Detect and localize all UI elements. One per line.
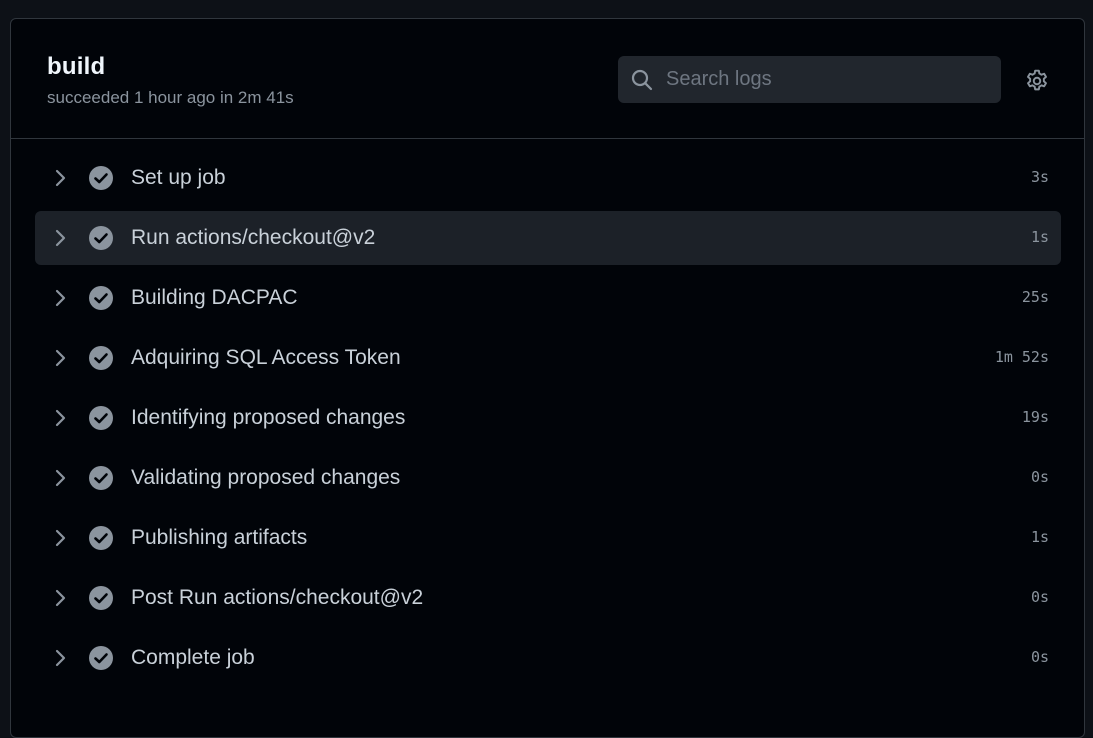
step-duration: 1m 52s — [994, 348, 1049, 366]
step-label: Adquiring SQL Access Token — [131, 346, 401, 369]
chevron-right-icon[interactable] — [51, 526, 71, 550]
step-label: Building DACPAC — [131, 286, 298, 309]
step-row[interactable]: Building DACPAC 25s — [35, 271, 1061, 325]
chevron-right-icon[interactable] — [51, 286, 71, 310]
chevron-right-icon[interactable] — [51, 646, 71, 670]
chevron-right-icon[interactable] — [51, 586, 71, 610]
search-logs-box[interactable] — [618, 56, 1001, 103]
gear-icon[interactable] — [1024, 68, 1050, 94]
step-row[interactable]: Validating proposed changes 0s — [35, 451, 1061, 505]
check-circle-icon — [88, 465, 114, 491]
job-status-summary: succeeded 1 hour ago in 2m 41s — [47, 88, 294, 107]
step-duration: 0s — [1030, 588, 1049, 606]
step-label: Post Run actions/checkout@v2 — [131, 586, 424, 609]
step-label: Publishing artifacts — [131, 526, 308, 549]
check-circle-icon — [88, 285, 114, 311]
step-row[interactable]: Complete job 0s — [35, 631, 1061, 685]
chevron-right-icon[interactable] — [51, 406, 71, 430]
step-row[interactable]: Adquiring SQL Access Token 1m 52s — [35, 331, 1061, 385]
step-duration: 0s — [1030, 648, 1049, 666]
chevron-right-icon[interactable] — [51, 166, 71, 190]
step-duration: 3s — [1030, 168, 1049, 186]
step-duration: 0s — [1030, 468, 1049, 486]
check-circle-icon — [88, 645, 114, 671]
step-duration: 1s — [1030, 528, 1049, 546]
search-icon — [630, 68, 654, 92]
check-circle-icon — [88, 165, 114, 191]
check-circle-icon — [88, 225, 114, 251]
step-row[interactable]: Run actions/checkout@v2 1s — [35, 211, 1061, 265]
check-circle-icon — [88, 345, 114, 371]
search-logs-input[interactable] — [666, 68, 1001, 91]
step-row[interactable]: Set up job 3s — [35, 151, 1061, 205]
step-duration: 25s — [1021, 288, 1049, 306]
step-label: Validating proposed changes — [131, 466, 401, 489]
step-label: Identifying proposed changes — [131, 406, 406, 429]
chevron-right-icon[interactable] — [51, 346, 71, 370]
step-row[interactable]: Publishing artifacts 1s — [35, 511, 1061, 565]
step-label: Complete job — [131, 646, 255, 669]
check-circle-icon — [88, 585, 114, 611]
check-circle-icon — [88, 525, 114, 551]
step-label: Run actions/checkout@v2 — [131, 226, 376, 249]
check-circle-icon — [88, 405, 114, 431]
steps-list: Set up job 3s Run actions/checkout@v2 1s — [11, 139, 1084, 685]
chevron-right-icon[interactable] — [51, 226, 71, 250]
step-label: Set up job — [131, 166, 226, 189]
job-header: build succeeded 1 hour ago in 2m 41s — [11, 19, 1084, 139]
step-duration: 1s — [1030, 228, 1049, 246]
step-row[interactable]: Post Run actions/checkout@v2 0s — [35, 571, 1061, 625]
step-row[interactable]: Identifying proposed changes 19s — [35, 391, 1061, 445]
job-log-panel: build succeeded 1 hour ago in 2m 41s Sea… — [10, 18, 1085, 738]
step-duration: 19s — [1021, 408, 1049, 426]
chevron-right-icon[interactable] — [51, 466, 71, 490]
job-title: build — [47, 53, 106, 80]
